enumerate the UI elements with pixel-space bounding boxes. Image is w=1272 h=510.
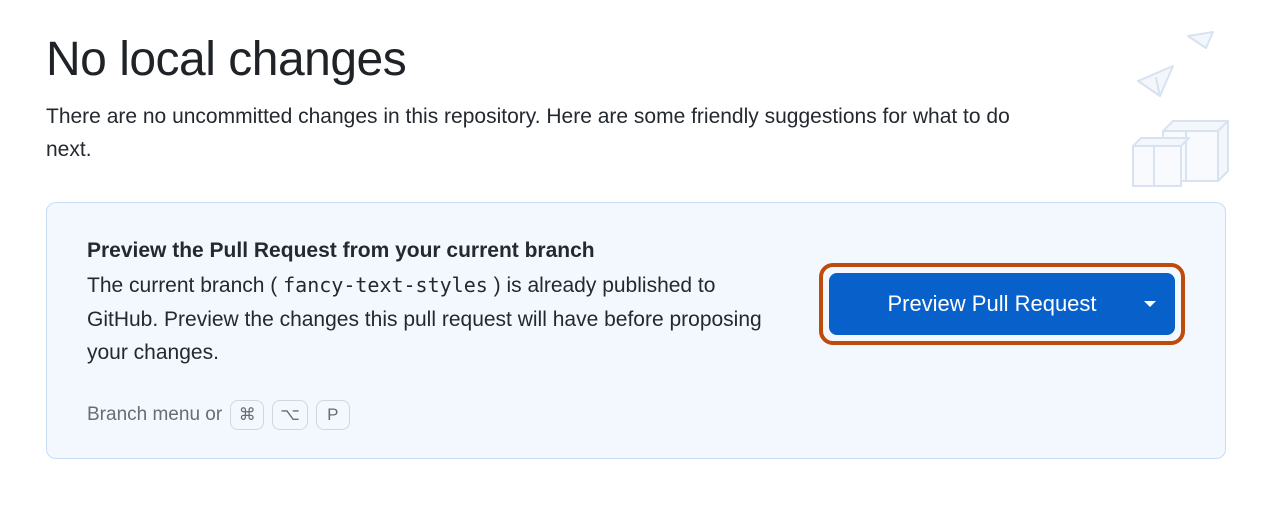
button-label: Preview Pull Request [859, 291, 1125, 317]
preview-pull-request-button[interactable]: Preview Pull Request [829, 273, 1175, 335]
branch-name: fancy-text-styles [283, 273, 488, 297]
caret-down-icon[interactable] [1125, 299, 1175, 309]
suggestion-description: The current branch ( fancy-text-styles )… [87, 269, 779, 370]
desc-prefix: The current branch ( [87, 274, 277, 297]
shortcut-prefix: Branch menu or [87, 404, 222, 426]
suggestion-title: Preview the Pull Request from your curre… [87, 239, 779, 263]
suggestion-card: Preview the Pull Request from your curre… [46, 202, 1226, 459]
kbd-option: ⌥ [272, 400, 308, 430]
page-title: No local changes [46, 32, 1226, 87]
button-highlight-outline: Preview Pull Request [819, 263, 1185, 345]
page-subtitle: There are no uncommitted changes in this… [46, 101, 1056, 166]
shortcut-hint: Branch menu or ⌘ ⌥ P [87, 400, 1185, 430]
kbd-cmd: ⌘ [230, 400, 264, 430]
kbd-p: P [316, 400, 350, 430]
empty-state-illustration [1078, 26, 1238, 196]
